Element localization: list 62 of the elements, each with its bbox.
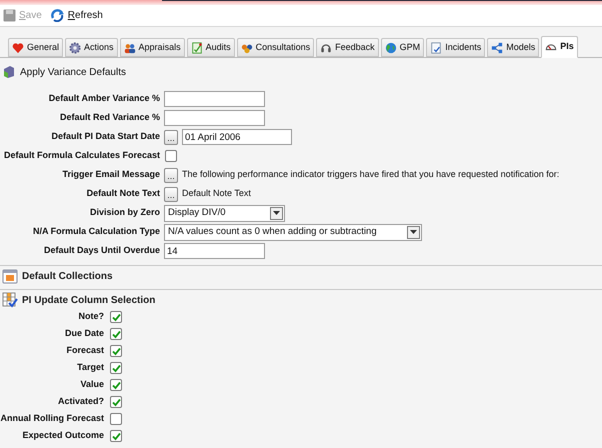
tab[interactable]: Consultations — [236, 38, 314, 57]
document-icon — [190, 42, 203, 54]
dropdown[interactable]: Display DIV/0 — [164, 204, 285, 222]
document-icon — [430, 42, 442, 54]
column-label: Activated? — [56, 395, 104, 408]
gear-icon — [69, 42, 82, 54]
field-label: Default Red Variance % — [58, 111, 160, 124]
dropdown[interactable]: N/A values count as 0 when adding or subtracting — [164, 224, 422, 240]
column-label: Note? — [78, 310, 104, 324]
checkbox[interactable] — [110, 413, 122, 425]
field-label: Default Days Until Overdue — [42, 244, 160, 258]
input-field[interactable] — [164, 110, 265, 126]
column-label: Forecast — [65, 344, 104, 358]
input-field[interactable]: 14 — [164, 243, 265, 259]
note-text: The following performance indicator triggers have fired that you have requested notification for: — [182, 168, 560, 182]
tab[interactable]: PIs — [541, 36, 578, 58]
field-label: Default PI Data Start Date — [50, 130, 160, 144]
tab[interactable]: General — [8, 38, 64, 57]
checkbox[interactable] — [110, 379, 122, 391]
field-label: Default Amber Variance % — [48, 92, 160, 106]
section-title: PI Update Column Selection — [22, 294, 156, 308]
checkbox[interactable] — [110, 430, 122, 442]
column-label: Value — [79, 378, 104, 392]
heart-icon — [12, 42, 24, 54]
ellipsis-button[interactable]: ... — [164, 168, 178, 182]
column-label: Annual Rolling Forecast — [0, 412, 104, 426]
checkbox[interactable] — [110, 311, 122, 323]
input-field[interactable] — [164, 91, 265, 107]
note-text: Default Note Text — [182, 187, 251, 200]
tab[interactable]: Incidents — [426, 38, 486, 57]
field-label: N/A Formula Calculation Type — [32, 225, 160, 238]
checkbox[interactable] — [110, 328, 122, 340]
checkmark-icon — [112, 432, 120, 440]
people-icon — [240, 42, 253, 54]
checkbox[interactable] — [165, 150, 177, 162]
ellipsis-button[interactable]: ... — [164, 186, 178, 202]
date-field[interactable]: 01 April 2006 — [182, 129, 292, 145]
field-label: Trigger Email Message — [61, 168, 160, 182]
checkbox[interactable] — [110, 345, 122, 357]
column-label: Expected Outcome — [21, 429, 104, 442]
headset-icon — [320, 42, 332, 54]
field-label: Division by Zero — [88, 206, 160, 220]
globe-icon — [384, 42, 397, 54]
tab[interactable]: Feedback — [316, 38, 379, 57]
tab[interactable]: Models — [487, 38, 540, 57]
nodes-icon — [491, 42, 504, 54]
checkbox[interactable] — [110, 362, 122, 374]
section-title: Apply Variance Defaults — [20, 66, 126, 80]
ellipsis-button[interactable]: ... — [164, 130, 178, 144]
field-label: Default Formula Calculates Forecast — [2, 149, 160, 162]
field-label: Default Note Text — [86, 187, 160, 200]
column-label: Target — [76, 361, 104, 374]
checkbox[interactable] — [110, 396, 122, 408]
tab[interactable]: Audits — [186, 38, 235, 57]
people-icon — [124, 42, 136, 54]
refresh-button[interactable]: Refresh — [48, 6, 104, 24]
tab[interactable]: Actions — [65, 38, 118, 57]
tab[interactable]: GPM — [380, 38, 424, 57]
column-label: Due Date — [64, 327, 104, 340]
tab[interactable]: Appraisals — [120, 38, 185, 57]
section-title: Default Collections — [22, 270, 113, 284]
refresh-icon — [50, 9, 65, 22]
